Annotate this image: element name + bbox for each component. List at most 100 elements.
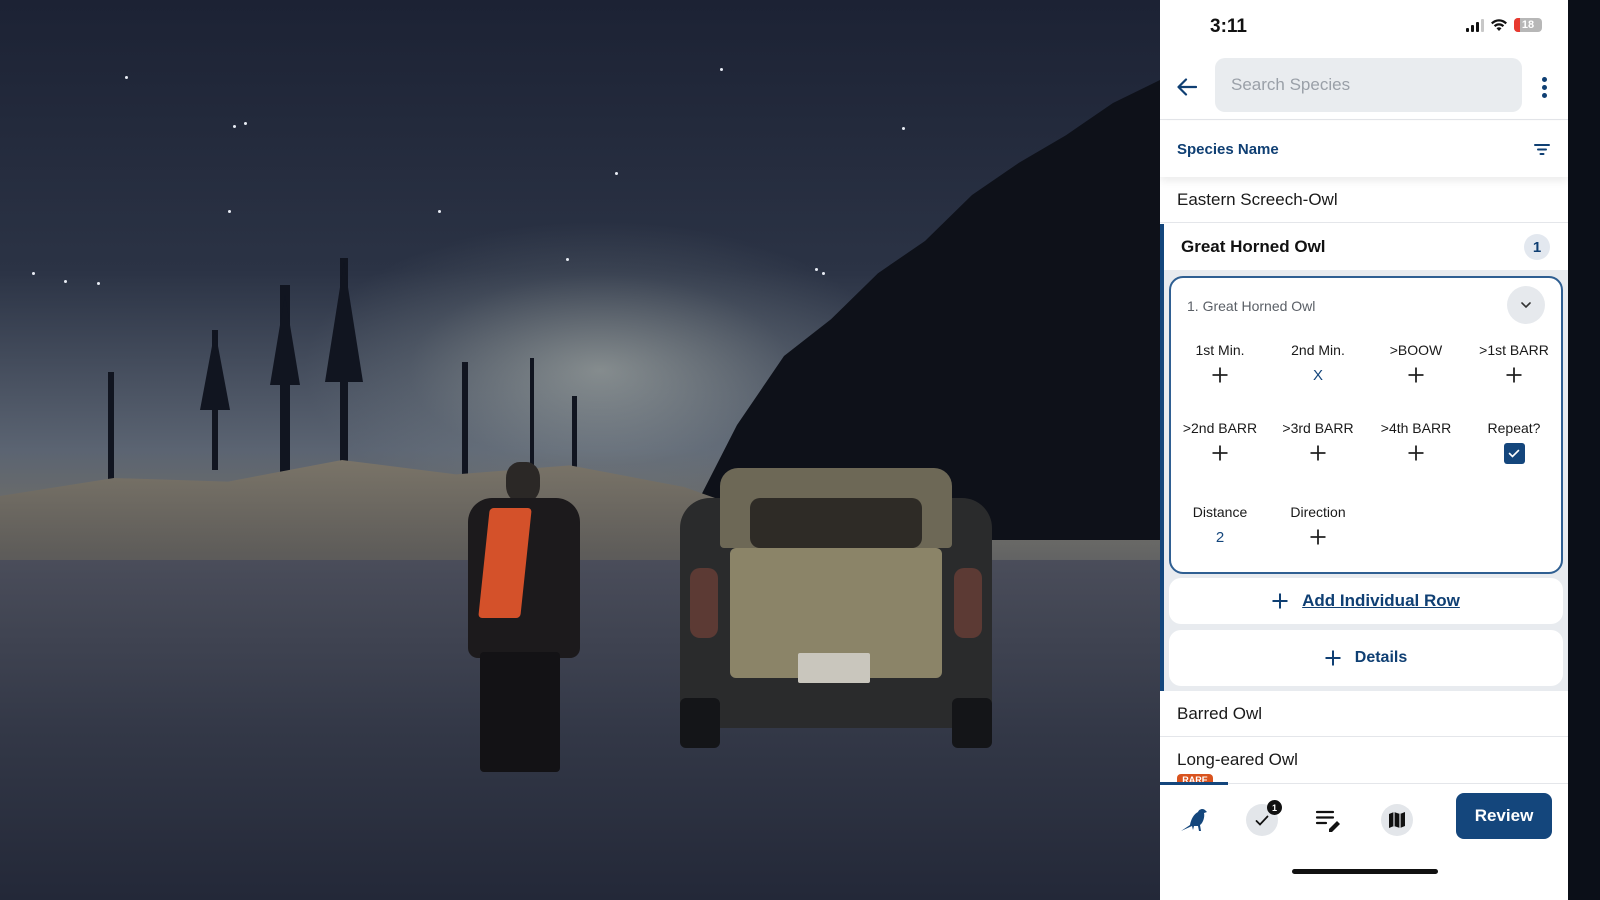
add-value-button[interactable] <box>1171 364 1269 386</box>
plus-icon <box>1325 650 1341 666</box>
search-field[interactable] <box>1215 58 1522 112</box>
search-input[interactable] <box>1231 75 1506 95</box>
individual-card: 1. Great Horned Owl 1st Min. 2nd Min. X >BO… <box>1169 276 1563 574</box>
field-2nd-barr[interactable]: >2nd BARR <box>1171 420 1269 464</box>
add-value-button[interactable] <box>1367 364 1465 386</box>
star <box>720 68 723 71</box>
star <box>233 125 236 128</box>
species-name: Barred Owl <box>1177 703 1263 723</box>
field-3rd-barr[interactable]: >3rd BARR <box>1269 420 1367 464</box>
tree <box>530 358 534 476</box>
field-label: >4th BARR <box>1380 420 1452 436</box>
plus-icon <box>1310 445 1326 461</box>
species-row[interactable]: Long-eared Owl <box>1160 738 1568 784</box>
arrow-left-icon <box>1177 78 1197 96</box>
species-row[interactable]: Eastern Screech-Owl <box>1160 177 1568 223</box>
wifi-icon <box>1491 19 1507 31</box>
cellular-signal-icon <box>1466 18 1484 32</box>
sort-column-title[interactable]: Species Name <box>1177 141 1279 158</box>
active-tab-indicator <box>1160 782 1228 785</box>
chevron-down-icon <box>1521 302 1531 309</box>
plus-icon <box>1408 367 1424 383</box>
species-row[interactable]: Barred Owl <box>1160 691 1568 737</box>
field-boow[interactable]: >BOOW <box>1367 342 1465 386</box>
field-label: >2nd BARR <box>1182 420 1258 436</box>
app-bar <box>1160 54 1568 120</box>
field-1st-min[interactable]: 1st Min. <box>1171 342 1269 386</box>
add-individual-row-button[interactable]: Add Individual Row <box>1169 578 1563 624</box>
field-1st-barr[interactable]: >1st BARR <box>1465 342 1563 386</box>
star <box>244 122 247 125</box>
field-4th-barr[interactable]: >4th BARR <box>1367 420 1465 464</box>
bottom-navigation: 1 Review <box>1160 782 1568 900</box>
star <box>32 272 35 275</box>
nav-checklist-button[interactable]: 1 <box>1240 798 1284 842</box>
plus-icon <box>1272 593 1288 609</box>
repeat-checkbox[interactable] <box>1465 442 1563 464</box>
field-2nd-min[interactable]: 2nd Min. X <box>1269 342 1367 386</box>
star <box>815 268 818 271</box>
check-icon <box>1508 449 1520 458</box>
tree <box>270 295 300 385</box>
nav-species-button[interactable] <box>1172 798 1216 842</box>
expanded-species-section: Great Horned Owl 1 1. Great Horned Owl 1… <box>1160 224 1568 691</box>
field-label: >3rd BARR <box>1282 420 1354 436</box>
field-label: >1st BARR <box>1479 342 1549 358</box>
count-badge: 1 <box>1524 234 1550 260</box>
checkbox-checked[interactable] <box>1503 442 1525 464</box>
field-label: Direction <box>1290 504 1346 520</box>
checklist-badge: 1 <box>1267 800 1282 815</box>
field-repeat[interactable]: Repeat? <box>1465 420 1563 464</box>
field-distance[interactable]: Distance 2 <box>1171 504 1269 548</box>
species-name: Long-eared Owl <box>1177 750 1298 769</box>
plus-icon <box>1212 445 1228 461</box>
species-name: Great Horned Owl <box>1181 237 1326 256</box>
tree <box>200 330 230 410</box>
status-bar: 3:11 18 <box>1160 0 1568 54</box>
star <box>615 172 618 175</box>
review-button[interactable]: Review <box>1456 793 1552 839</box>
collapse-button[interactable] <box>1507 286 1545 324</box>
car <box>680 468 992 758</box>
map-icon <box>1389 812 1405 828</box>
field-value[interactable]: 2 <box>1171 526 1269 548</box>
add-value-button[interactable] <box>1269 442 1367 464</box>
plus-icon <box>1310 529 1326 545</box>
add-value-button[interactable] <box>1269 526 1367 548</box>
nav-notes-button[interactable] <box>1307 798 1351 842</box>
home-indicator[interactable] <box>1292 869 1438 874</box>
star <box>228 210 231 213</box>
filter-icon[interactable] <box>1534 143 1550 156</box>
species-row-selected[interactable]: Great Horned Owl 1 <box>1164 224 1568 270</box>
add-value-button[interactable] <box>1171 442 1269 464</box>
edit-list-icon <box>1315 810 1340 832</box>
field-label: Repeat? <box>1487 420 1541 436</box>
phone-screen: 3:11 18 Species Name <box>1160 0 1568 900</box>
star <box>97 282 100 285</box>
star <box>125 76 128 79</box>
field-label: >BOOW <box>1389 342 1443 358</box>
field-value[interactable]: X <box>1269 364 1367 386</box>
nav-map-button[interactable] <box>1375 798 1419 842</box>
plus-icon <box>1506 367 1522 383</box>
battery-icon: 18 <box>1514 18 1542 32</box>
star <box>438 210 441 213</box>
field-label: Distance <box>1192 504 1248 520</box>
status-time: 3:11 <box>1210 16 1247 37</box>
field-label: 1st Min. <box>1195 342 1245 358</box>
more-options-button[interactable] <box>1534 70 1554 104</box>
species-name: Eastern Screech-Owl <box>1177 189 1338 209</box>
add-individual-row-label: Add Individual Row <box>1302 591 1460 610</box>
tree <box>108 372 114 482</box>
add-value-button[interactable] <box>1367 442 1465 464</box>
details-button[interactable]: Details <box>1169 630 1563 686</box>
details-label: Details <box>1354 649 1408 666</box>
back-button[interactable] <box>1170 70 1204 104</box>
more-vertical-icon <box>1541 76 1547 82</box>
star <box>566 258 569 261</box>
star <box>822 272 825 275</box>
add-value-button[interactable] <box>1465 364 1563 386</box>
status-icons: 18 <box>1466 18 1542 32</box>
person <box>468 462 580 772</box>
field-direction[interactable]: Direction <box>1269 504 1367 548</box>
